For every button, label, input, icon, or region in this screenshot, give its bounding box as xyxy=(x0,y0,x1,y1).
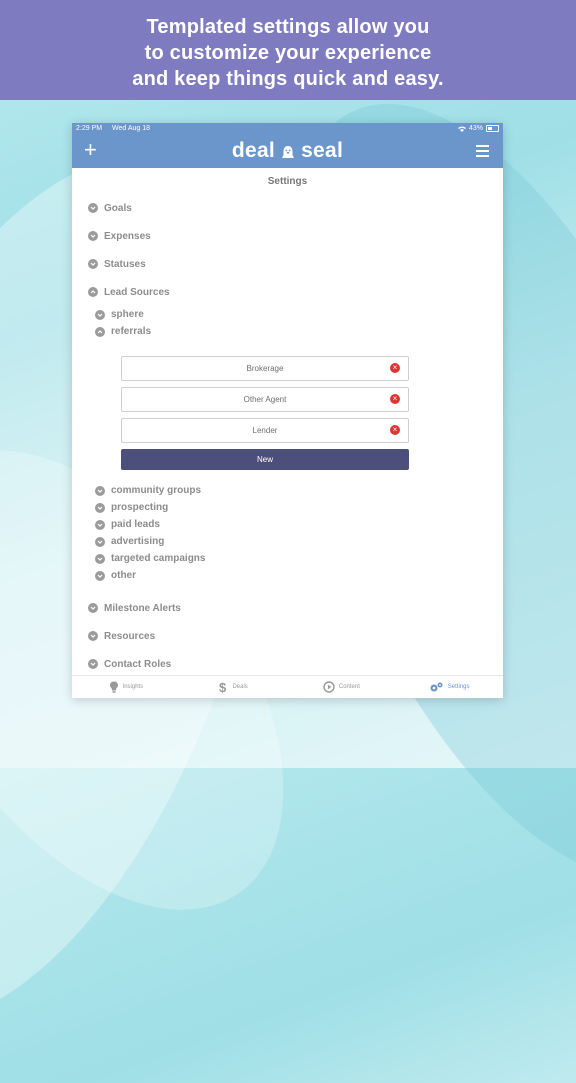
chevron-down-icon xyxy=(95,570,105,581)
logo-text-deal: deal xyxy=(231,139,276,162)
svg-text:$: $ xyxy=(219,681,227,694)
tab-settings[interactable]: Settings xyxy=(395,676,503,698)
section-label: Resources xyxy=(104,630,156,642)
tab-label: Insights xyxy=(122,684,144,690)
section-statuses[interactable]: Statuses xyxy=(72,250,503,278)
section-milestone-alerts[interactable]: Milestone Alerts xyxy=(72,594,503,622)
section-label: Lead Sources xyxy=(104,286,170,298)
new-button[interactable]: New xyxy=(121,449,409,470)
lead-source-community-groups[interactable]: community groups xyxy=(95,482,503,499)
status-time: 2:29 PM xyxy=(76,125,103,132)
referral-item-label: Other Agent xyxy=(243,395,287,404)
add-button[interactable]: + xyxy=(84,138,97,162)
tab-insights[interactable]: Insights xyxy=(72,676,180,698)
section-label: Contact Roles xyxy=(104,658,172,670)
section-goals[interactable]: Goals xyxy=(72,194,503,222)
lead-source-label: other xyxy=(111,570,136,581)
chevron-down-icon xyxy=(88,259,98,269)
lightbulb-icon xyxy=(109,681,118,693)
tab-deals[interactable]: $ Deals xyxy=(180,676,288,698)
chevron-up-icon xyxy=(95,326,105,337)
lead-source-label: sphere xyxy=(111,309,144,320)
chevron-down-icon xyxy=(95,519,105,530)
lead-source-label: advertising xyxy=(111,536,165,547)
page-title: Settings xyxy=(267,176,308,187)
status-bar: 2:29 PM Wed Aug 18 43% xyxy=(72,123,503,134)
remove-icon[interactable]: × xyxy=(390,425,400,435)
referral-item-brokerage[interactable]: Brokerage × xyxy=(121,356,409,381)
logo-text-seal: seal xyxy=(301,139,344,162)
status-date: Wed Aug 18 xyxy=(112,125,151,132)
lead-sources-list-rest: community groups prospecting paid leads … xyxy=(72,482,503,584)
lead-source-prospecting[interactable]: prospecting xyxy=(95,499,503,516)
wifi-icon xyxy=(457,126,466,132)
lead-sources-list: sphere referrals xyxy=(72,306,503,340)
banner-line: and keep things quick and easy. xyxy=(132,68,444,90)
dollar-icon: $ xyxy=(219,681,227,694)
battery-percent: 43% xyxy=(468,125,483,132)
tab-content[interactable]: Content xyxy=(288,676,396,698)
section-label: Expenses xyxy=(104,230,151,242)
remove-icon[interactable]: × xyxy=(390,363,400,373)
gears-icon xyxy=(430,682,443,692)
lead-source-label: prospecting xyxy=(111,502,169,513)
lead-source-label: community groups xyxy=(111,485,202,496)
lead-source-other[interactable]: other xyxy=(95,567,503,584)
banner-line: Templated settings allow you xyxy=(146,16,430,38)
chevron-down-icon xyxy=(88,203,98,213)
hamburger-menu-icon[interactable] xyxy=(476,145,489,160)
tab-label: Deals xyxy=(232,684,248,690)
section-expenses[interactable]: Expenses xyxy=(72,222,503,250)
section-label: Statuses xyxy=(104,258,146,270)
seal-icon xyxy=(282,146,295,158)
referral-item-lender[interactable]: Lender × xyxy=(121,418,409,443)
battery-icon xyxy=(486,125,499,132)
section-lead-sources[interactable]: Lead Sources xyxy=(72,278,503,306)
ipad-screen: 2:29 PM Wed Aug 18 43% + deal seal Setti… xyxy=(72,123,503,698)
chevron-down-icon xyxy=(88,631,98,641)
chevron-down-icon xyxy=(95,502,105,513)
section-resources[interactable]: Resources xyxy=(72,622,503,650)
section-label: Milestone Alerts xyxy=(104,602,181,614)
lead-source-targeted-campaigns[interactable]: targeted campaigns xyxy=(95,550,503,567)
chevron-down-icon xyxy=(95,485,105,496)
chevron-down-icon xyxy=(95,553,105,564)
lead-source-sphere[interactable]: sphere xyxy=(95,306,503,323)
section-label: Goals xyxy=(104,202,132,214)
promo-banner: Templated settings allow you to customiz… xyxy=(0,0,576,100)
chevron-up-icon xyxy=(88,287,98,297)
lead-source-paid-leads[interactable]: paid leads xyxy=(95,516,503,533)
referral-item-other-agent[interactable]: Other Agent × xyxy=(121,387,409,412)
lead-source-label: paid leads xyxy=(111,519,160,530)
referral-item-label: Brokerage xyxy=(246,364,284,373)
chevron-down-icon xyxy=(95,309,105,320)
lead-source-label: referrals xyxy=(111,326,152,337)
settings-content: Settings Goals Expenses Statuses Lead So… xyxy=(72,168,503,676)
play-icon xyxy=(323,681,335,693)
tab-bar: Insights $ Deals Content Settings xyxy=(72,675,503,698)
tab-label: Settings xyxy=(447,684,470,690)
lead-source-label: targeted campaigns xyxy=(111,553,206,564)
chevron-down-icon xyxy=(95,536,105,547)
chevron-down-icon xyxy=(88,603,98,613)
referral-item-label: Lender xyxy=(252,426,278,435)
chevron-down-icon xyxy=(88,231,98,241)
remove-icon[interactable]: × xyxy=(390,394,400,404)
app-header: + deal seal xyxy=(72,134,503,168)
lead-source-referrals[interactable]: referrals xyxy=(95,323,503,340)
tab-label: Content xyxy=(338,684,360,690)
lead-source-advertising[interactable]: advertising xyxy=(95,533,503,550)
banner-line: to customize your experience xyxy=(144,42,432,64)
app-logo: deal seal xyxy=(232,139,343,163)
section-contact-roles[interactable]: Contact Roles xyxy=(72,650,503,676)
chevron-down-icon xyxy=(88,659,98,669)
referrals-items: Brokerage × Other Agent × Lender × New xyxy=(121,356,409,470)
